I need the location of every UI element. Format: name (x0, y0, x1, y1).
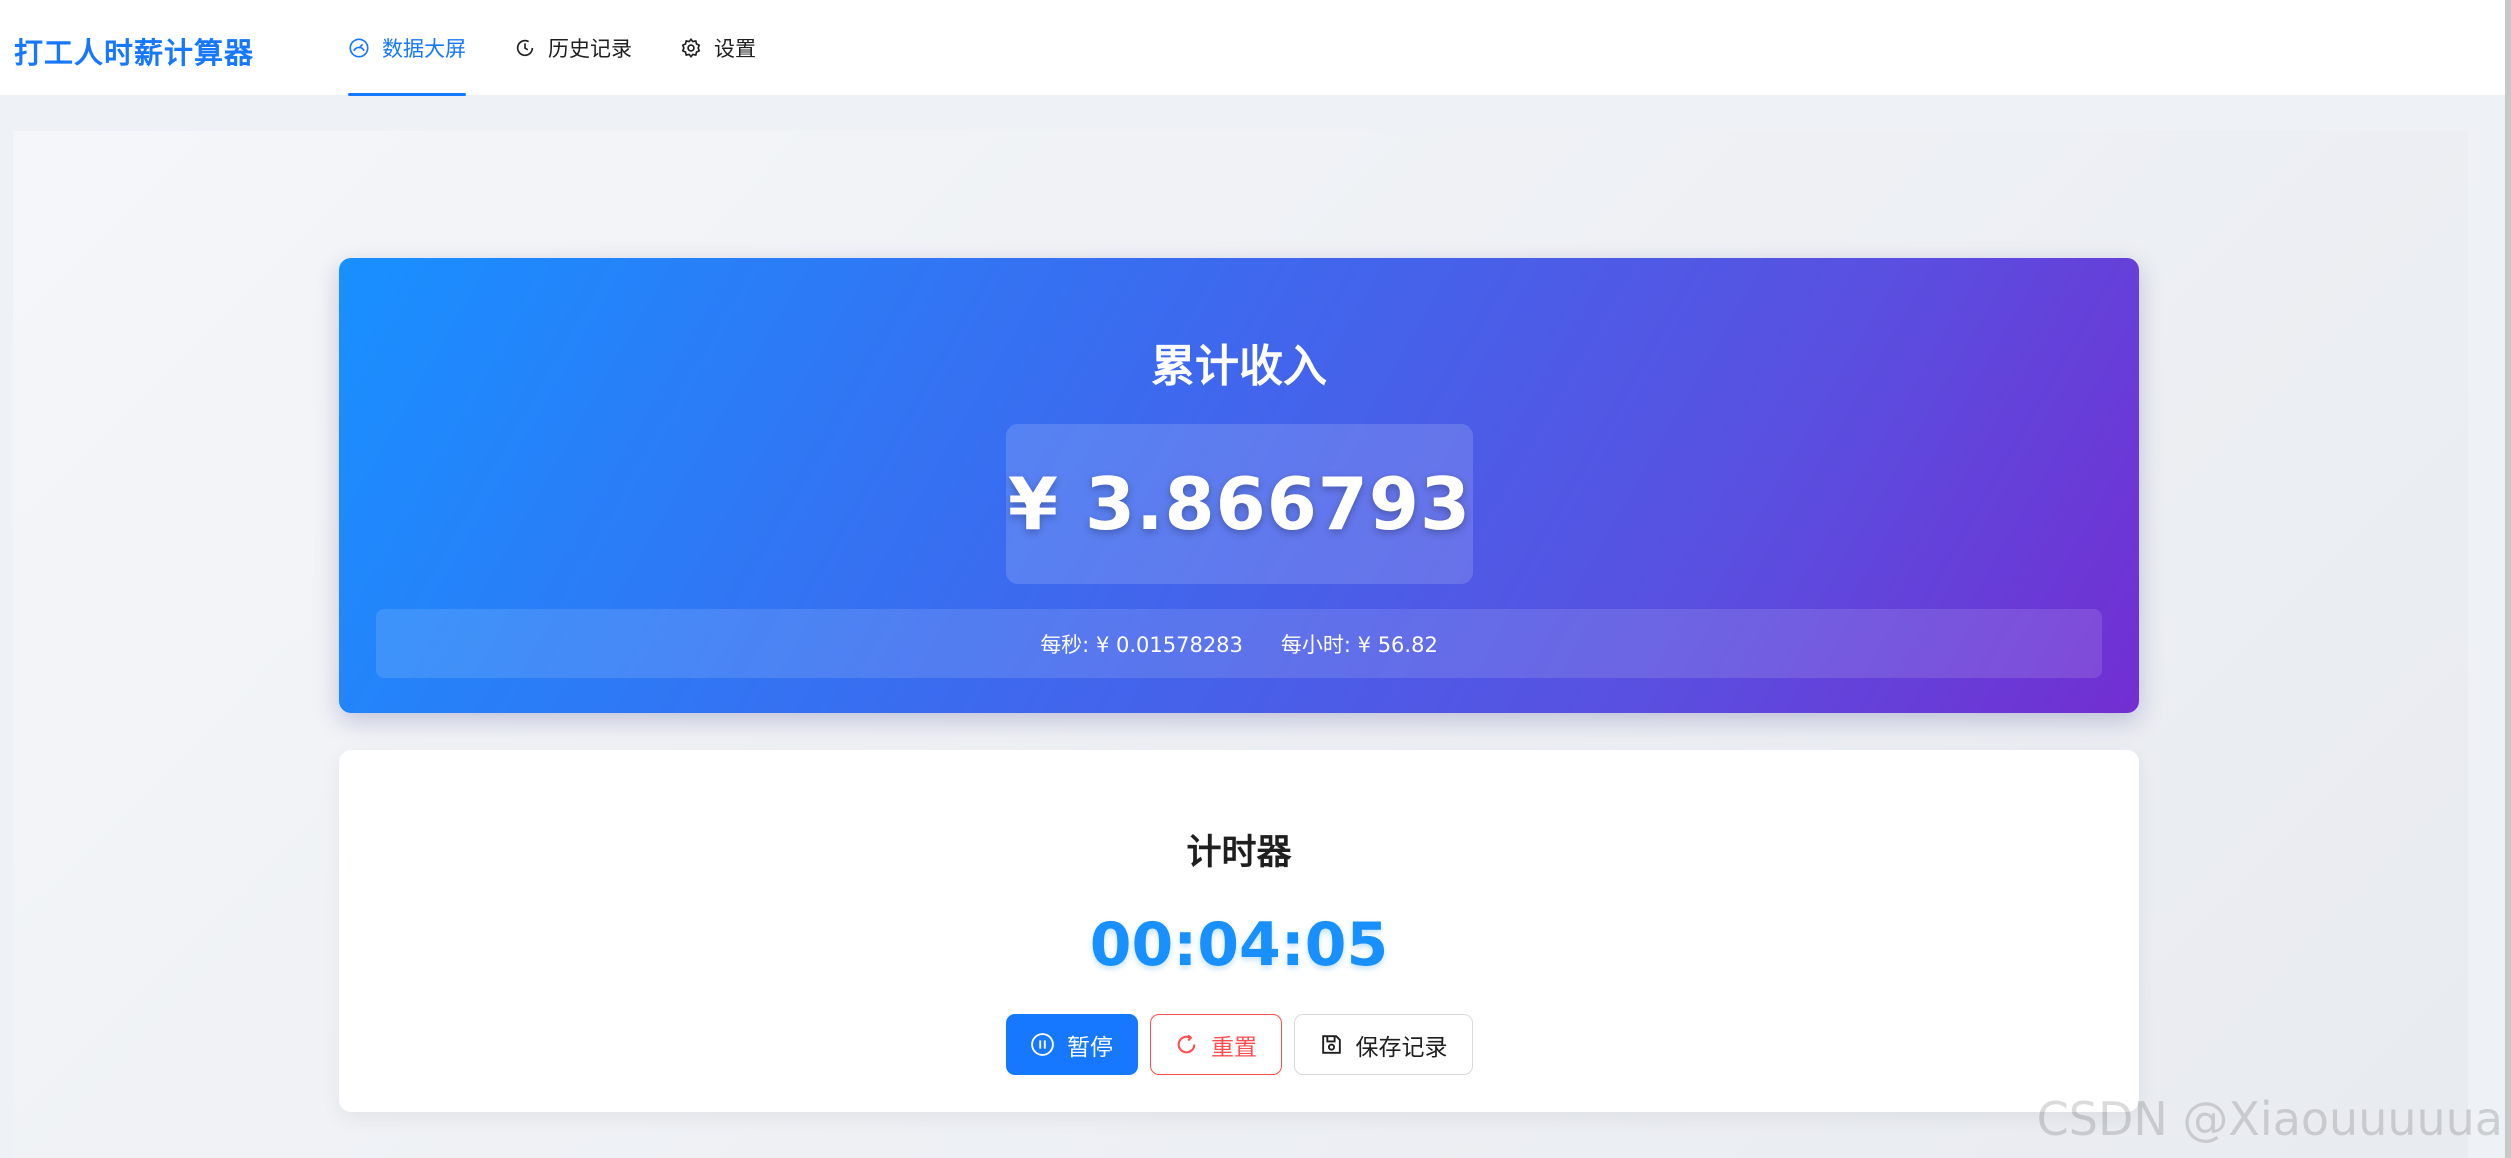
nav-tab-dashboard[interactable]: 数据大屏 (348, 0, 466, 96)
timer-card: 计时器 00:04:05 暂停 重置 保存记录 (339, 750, 2139, 1112)
page-scrollbar[interactable] (2505, 0, 2511, 1158)
pause-button-label: 暂停 (1067, 1034, 1113, 1061)
save-record-button[interactable]: 保存记录 (1293, 1014, 1473, 1075)
app-header: 打工人时薪计算器 数据大屏 历史记录 设置 (0, 0, 2511, 96)
main-nav: 数据大屏 历史记录 设置 (348, 0, 804, 96)
save-icon (1319, 1032, 1344, 1057)
per-hour-rate: 每小时: ¥ 56.82 (1280, 632, 1438, 657)
pause-button[interactable]: 暂停 (1005, 1014, 1138, 1075)
dashboard-icon (348, 37, 370, 59)
scrollbar-thumb[interactable] (2505, 0, 2511, 1158)
per-second-rate: 每秒: ¥ 0.01578283 (1040, 632, 1243, 657)
watermark: CSDN @Xiaouuuuua (2036, 1092, 2503, 1146)
income-card: 累计收入 ¥ 3.866793 每秒: ¥ 0.01578283 每小时: ¥ … (339, 258, 2139, 713)
income-title: 累计收入 (1151, 341, 1327, 392)
rate-bar: 每秒: ¥ 0.01578283 每小时: ¥ 56.82 (376, 609, 2102, 678)
income-amount-box: ¥ 3.866793 (1006, 424, 1473, 584)
gear-icon (680, 37, 702, 59)
reset-button[interactable]: 重置 (1149, 1014, 1282, 1075)
nav-tab-settings[interactable]: 设置 (680, 0, 756, 96)
reset-button-label: 重置 (1211, 1034, 1257, 1061)
history-clock-icon (514, 37, 536, 59)
nav-tab-history-label: 历史记录 (548, 37, 632, 61)
timer-actions: 暂停 重置 保存记录 (339, 1014, 2139, 1075)
nav-tab-history[interactable]: 历史记录 (514, 0, 632, 96)
nav-tab-dashboard-label: 数据大屏 (382, 37, 466, 61)
pause-icon (1030, 1032, 1055, 1057)
timer-title: 计时器 (1186, 833, 1292, 873)
save-record-button-label: 保存记录 (1355, 1034, 1448, 1061)
reload-icon (1174, 1032, 1199, 1057)
timer-value: 00:04:05 (1089, 910, 1389, 980)
income-amount: ¥ 3.866793 (1007, 462, 1472, 546)
nav-tab-settings-label: 设置 (714, 37, 756, 61)
app-title: 打工人时薪计算器 (14, 36, 255, 70)
